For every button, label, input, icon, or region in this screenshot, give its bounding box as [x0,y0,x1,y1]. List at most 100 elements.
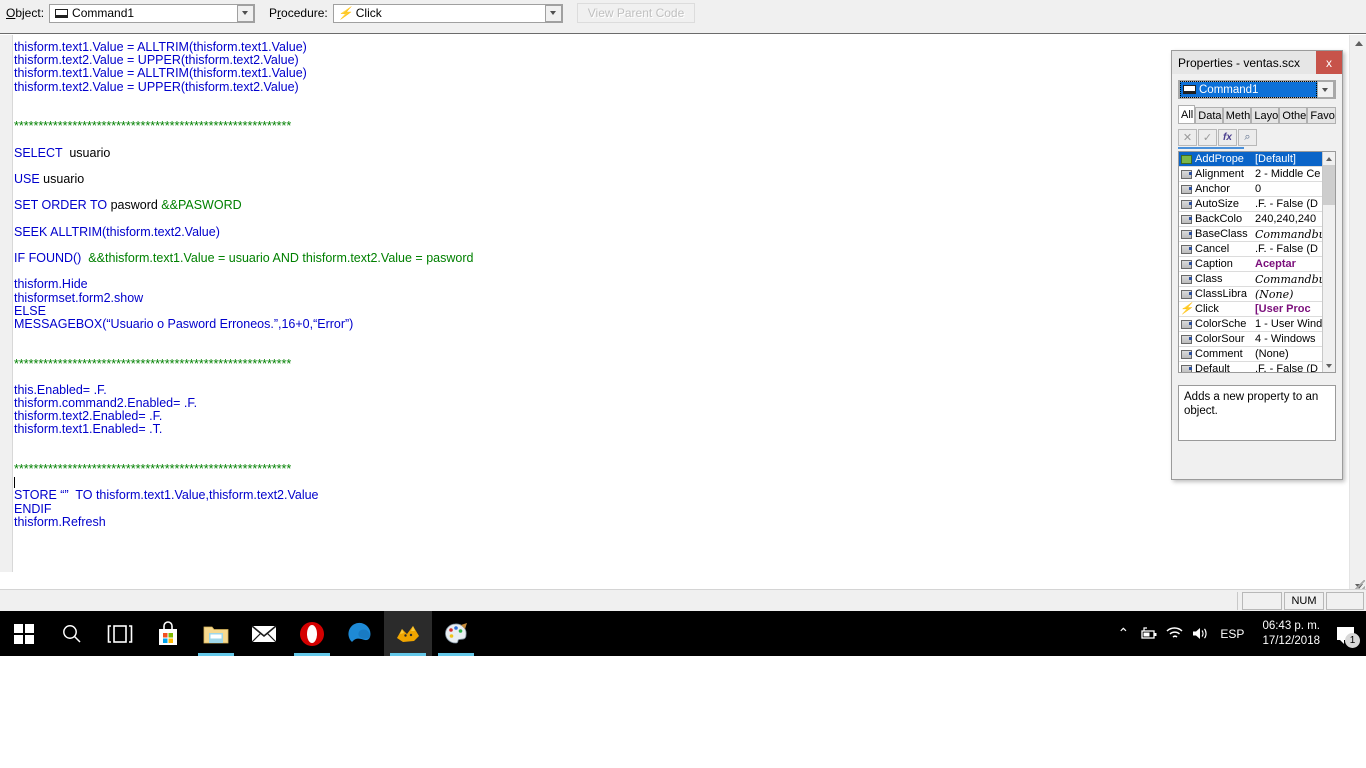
accept-edit-button[interactable]: ✓ [1198,128,1217,146]
close-icon[interactable]: x [1316,51,1342,74]
code-token: USE [14,171,40,186]
properties-tab-meth[interactable]: Meth [1222,107,1252,123]
code-token: ELSE [14,303,46,318]
status-panel-num: NUM [1284,591,1324,610]
property-row[interactable]: ClassLibra (None) [1179,287,1322,302]
volume-icon[interactable] [1188,611,1214,656]
code-token: &&thisform.text1.Value = usuario AND thi… [81,251,474,265]
procedure-combobox[interactable]: ⚡ Click [332,3,563,23]
chevron-down-icon[interactable] [544,4,562,22]
action-center-button[interactable]: 1 [1328,611,1362,656]
property-value[interactable]: Commandbu [1253,228,1322,241]
property-icon [1180,319,1193,330]
show-hidden-icons-chevron-icon[interactable]: ⌃ [1110,611,1136,656]
property-row[interactable]: ColorSche 1 - User Wind [1179,317,1322,332]
function-button[interactable]: fx [1218,128,1237,146]
foxpro-button[interactable] [384,611,432,656]
properties-tab-layo[interactable]: Layo [1251,107,1280,123]
notification-count-badge: 1 [1345,633,1360,648]
opera-button[interactable] [288,611,336,656]
property-value[interactable]: 240,240,240 [1253,213,1322,225]
property-row[interactable]: Default .F. - False (D [1179,362,1322,372]
property-row[interactable]: AutoSize .F. - False (D [1179,197,1322,212]
command-button-icon [1183,85,1196,94]
property-value[interactable]: Aceptar [1253,258,1322,270]
status-bar: NUM [0,589,1366,611]
properties-tab-othe[interactable]: Othe [1279,107,1308,123]
code-line: this.Enabled= .F. [14,383,1334,397]
property-value[interactable]: .F. - False (D [1253,198,1322,210]
property-value[interactable]: 4 - Windows [1253,333,1322,345]
property-row[interactable]: ColorSour 4 - Windows [1179,332,1322,347]
property-icon [1180,199,1193,210]
chevron-down-icon[interactable] [237,4,255,22]
scroll-up-arrow-icon[interactable] [1323,152,1336,165]
object-label: Object: [6,6,45,20]
search-icon [63,624,81,643]
property-row[interactable]: Class Commandbu [1179,272,1322,287]
chevron-down-icon[interactable] [1317,81,1334,98]
properties-tab-all[interactable]: All [1178,105,1196,123]
property-value[interactable]: [Default] [1253,153,1322,165]
start-button[interactable] [0,611,48,656]
code-token: thisformset.form2.show [14,290,144,305]
property-name: Class [1195,273,1223,285]
scroll-up-arrow-icon[interactable] [1350,35,1366,52]
properties-scroll-thumb[interactable] [1323,165,1335,205]
property-row[interactable]: Caption Aceptar [1179,257,1322,272]
property-row[interactable]: Comment (None) [1179,347,1322,362]
properties-tabs[interactable]: All Data Meth Layo Othe Favo [1178,105,1337,124]
mail-button[interactable] [240,611,288,656]
property-value[interactable]: Commandbu [1253,273,1322,286]
property-row[interactable]: ⚡ Click [User Proc [1179,302,1322,317]
property-row[interactable]: Anchor 0 [1179,182,1322,197]
code-token: ****************************************… [14,119,292,134]
file-explorer-button[interactable] [192,611,240,656]
code-text[interactable]: thisform.text1.Value = ALLTRIM(thisform.… [14,40,1334,529]
property-row[interactable]: Cancel .F. - False (D [1179,242,1322,257]
property-row[interactable]: BackColo 240,240,240 [1179,212,1322,227]
object-combobox[interactable]: Command1 [49,3,256,23]
scroll-down-arrow-icon[interactable] [1323,359,1336,372]
search-button[interactable] [48,611,96,656]
property-row[interactable]: Alignment 2 - Middle Ce [1179,167,1322,182]
windows-logo-icon [14,623,34,644]
clock[interactable]: 06:43 p. m. 17/12/2018 [1254,619,1328,649]
battery-icon[interactable] [1136,611,1162,656]
property-value[interactable]: (None) [1253,348,1322,360]
property-value[interactable]: 2 - Middle Ce [1253,168,1322,180]
zoom-button[interactable]: ⌕ [1238,128,1257,146]
property-value[interactable]: [User Proc [1253,303,1322,315]
property-value[interactable]: 1 - User Wind [1253,318,1322,330]
code-token: thisform.text2.Value = UPPER(thisform.te… [14,53,299,68]
microsoft-store-button[interactable] [144,611,192,656]
properties-scrollbar[interactable] [1322,152,1335,372]
property-value[interactable]: 0 [1253,183,1322,195]
properties-title-bar[interactable]: Properties - ventas.scx x [1172,51,1342,74]
cancel-edit-button[interactable]: ✕ [1178,128,1197,146]
view-parent-code-button[interactable]: View Parent Code [576,3,696,23]
properties-object-combobox[interactable]: Command1 [1178,80,1336,99]
properties-tab-data[interactable]: Data [1195,107,1223,123]
properties-tab-favo[interactable]: Favo [1307,107,1337,123]
text-cursor [14,477,15,489]
property-value[interactable]: .F. - False (D [1253,243,1322,255]
properties-object-selected[interactable]: Command1 [1180,81,1317,98]
code-editor[interactable]: thisform.text1.Value = ALLTRIM(thisform.… [0,35,1366,623]
property-row[interactable]: AddPrope [Default] [1179,152,1322,167]
properties-list-container[interactable]: AddPrope [Default] Alignment 2 - Middle Ce A… [1178,151,1336,373]
language-indicator[interactable]: ESP [1214,627,1254,641]
property-value[interactable]: .F. - False (D [1253,363,1322,372]
properties-list[interactable]: AddPrope [Default] Alignment 2 - Middle Ce A… [1179,152,1322,372]
property-row[interactable]: BaseClass Commandbu [1179,227,1322,242]
edge-button[interactable] [336,611,384,656]
paint-button[interactable] [432,611,480,656]
properties-edit-toolbar[interactable]: ✕ ✓ fx ⌕ [1178,128,1336,146]
property-value[interactable]: (None) [1253,288,1322,301]
properties-window[interactable]: Properties - ventas.scx x Command1 All Da… [1171,50,1343,480]
wifi-icon[interactable] [1162,611,1188,656]
editor-vertical-scrollbar[interactable] [1349,35,1366,595]
task-view-button[interactable] [96,611,144,656]
command-button-icon [54,7,69,19]
desktop-background [0,656,1366,768]
